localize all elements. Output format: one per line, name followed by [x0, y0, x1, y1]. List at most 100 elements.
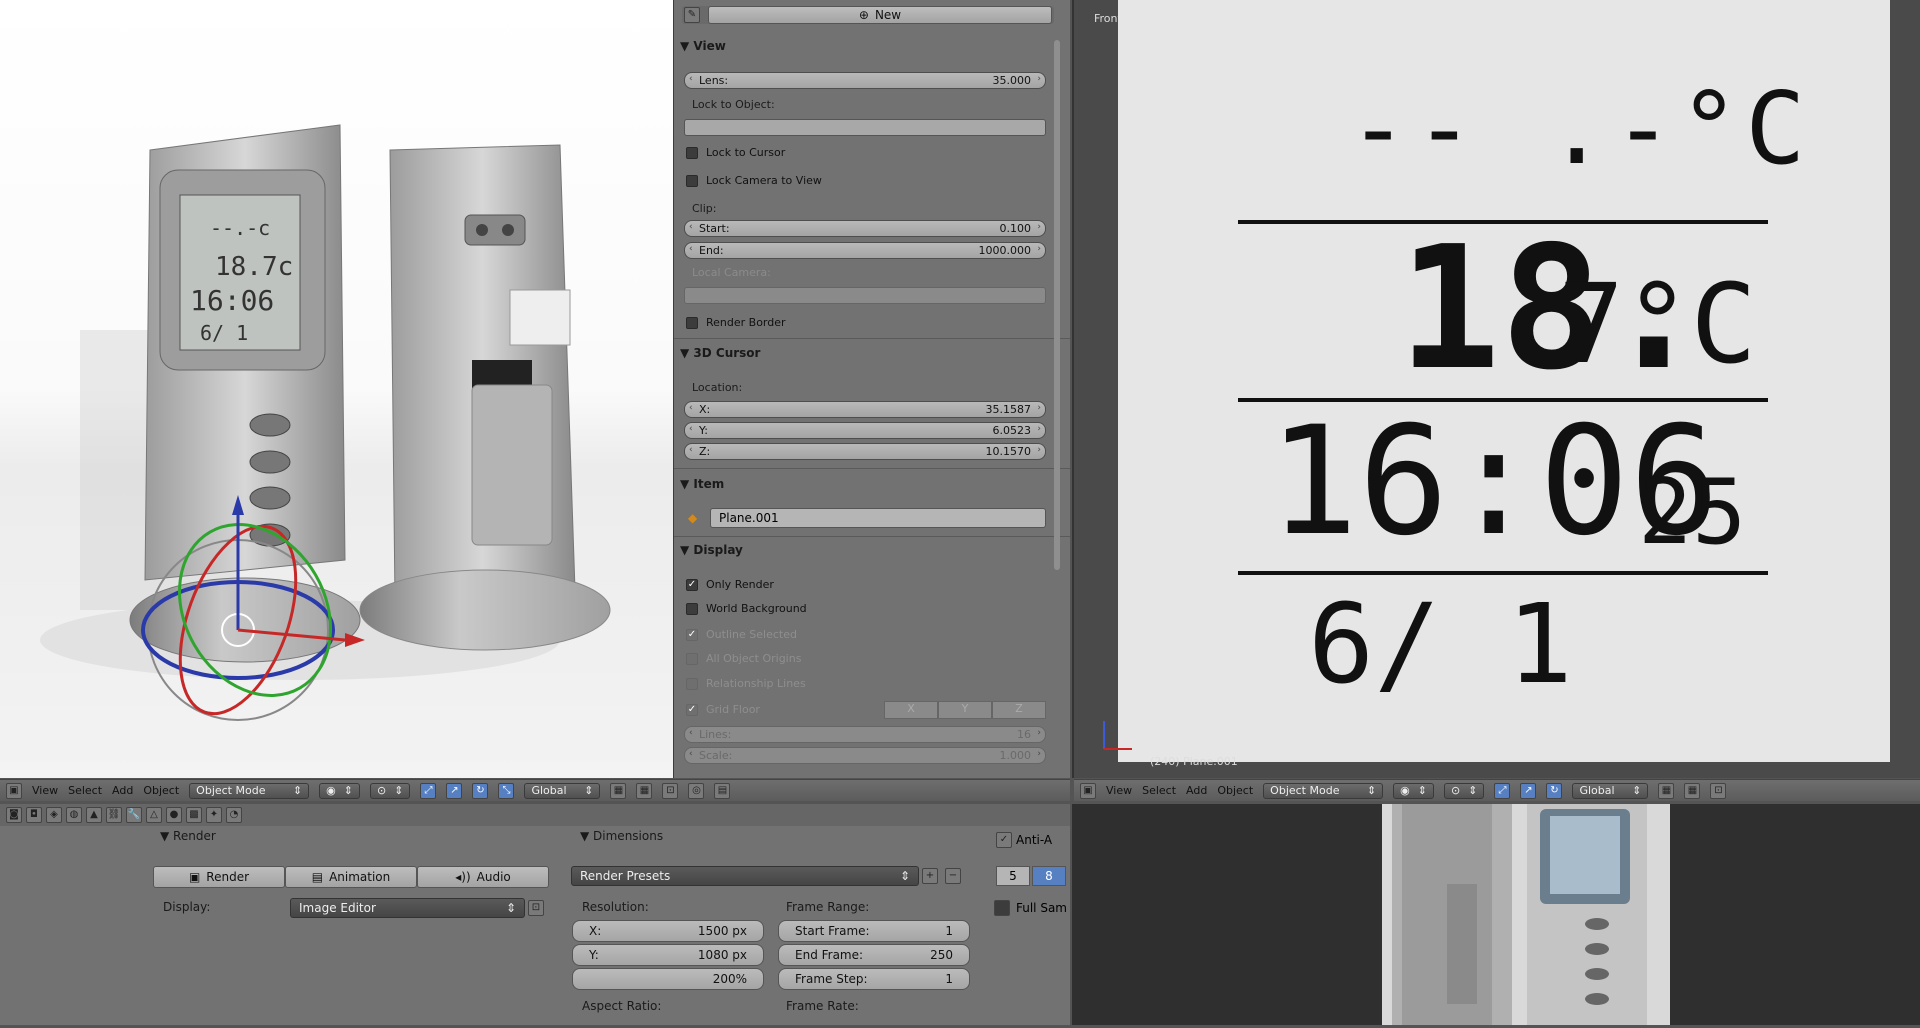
cursor-x-field[interactable]: ‹ X: 35.1587 ›: [684, 401, 1046, 418]
layers-icon[interactable]: ▦: [636, 782, 653, 799]
render-button[interactable]: ▣ Render: [153, 866, 285, 888]
only-render-checkbox[interactable]: ✓ Only Render: [686, 578, 774, 591]
grid-x-toggle[interactable]: X: [884, 701, 938, 719]
render-icon[interactable]: ▤: [714, 782, 731, 799]
lock-icon[interactable]: ⊡: [662, 782, 679, 799]
anti-aliasing-header[interactable]: ✓ Anti-A: [996, 832, 1052, 848]
fullscreen-icon[interactable]: ⊡: [528, 900, 544, 916]
layers-icon[interactable]: ▦: [1658, 782, 1675, 799]
constraint-icon[interactable]: ⛓: [106, 807, 122, 823]
aa-samples-8[interactable]: 8: [1032, 866, 1066, 886]
local-camera-field[interactable]: [684, 287, 1046, 304]
orientation-select[interactable]: Global ⇕: [1572, 782, 1649, 799]
display-select[interactable]: Image Editor ⇕: [290, 898, 525, 918]
rotate-icon[interactable]: ↻: [1546, 782, 1563, 799]
camera-icon[interactable]: ◙: [6, 807, 22, 823]
relationship-lines-checkbox[interactable]: Relationship Lines: [686, 677, 806, 690]
menu-select[interactable]: Select: [1142, 784, 1176, 797]
start-frame-field[interactable]: Start Frame: 1: [778, 920, 970, 942]
translate-icon[interactable]: ↗: [446, 782, 463, 799]
mode-select[interactable]: Object Mode ⇕: [1263, 782, 1384, 799]
menu-add[interactable]: Add: [112, 784, 133, 797]
mode-select[interactable]: Object Mode ⇕: [189, 782, 310, 799]
shading-select[interactable]: ◉ ⇕: [1393, 782, 1434, 799]
shading-select[interactable]: ◉ ⇕: [319, 782, 360, 799]
new-button[interactable]: ⊕ New: [708, 6, 1052, 24]
render-tab-icon[interactable]: ◘: [26, 807, 42, 823]
menu-object[interactable]: Object: [1217, 784, 1253, 797]
menu-object[interactable]: Object: [143, 784, 179, 797]
physics-icon[interactable]: ◔: [226, 807, 242, 823]
render-border-checkbox[interactable]: Render Border: [686, 316, 786, 329]
pivot-select[interactable]: ⊙ ⇕: [370, 782, 411, 799]
grid-floor-checkbox[interactable]: ✓ Grid Floor: [686, 703, 760, 716]
orientation-select[interactable]: Global ⇕: [524, 782, 601, 799]
texture-icon[interactable]: ▩: [186, 807, 202, 823]
lcd-seconds: 25: [1638, 460, 1747, 565]
modifier-icon[interactable]: 🔧: [126, 807, 142, 823]
manipulator-icon[interactable]: ⤢: [420, 782, 437, 799]
properties-scrollbar[interactable]: [1054, 40, 1060, 570]
menu-view[interactable]: View: [32, 784, 58, 797]
full-sample-checkbox[interactable]: Full Sam: [994, 900, 1067, 916]
world-icon[interactable]: ◍: [66, 807, 82, 823]
cursor-z-field[interactable]: ‹ Z: 10.1570 ›: [684, 443, 1046, 460]
svg-text:16:06: 16:06: [190, 284, 274, 317]
scene-icon[interactable]: ◈: [46, 807, 62, 823]
animation-button[interactable]: ▤ Animation: [285, 866, 417, 888]
add-preset-icon[interactable]: +: [922, 868, 938, 884]
data-icon[interactable]: △: [146, 807, 162, 823]
cursor-section-header[interactable]: ▼ 3D Cursor: [680, 346, 760, 360]
menu-view[interactable]: View: [1106, 784, 1132, 797]
menu-select[interactable]: Select: [68, 784, 102, 797]
rotate-icon[interactable]: ↻: [472, 782, 489, 799]
lock-icon[interactable]: ⊡: [1710, 782, 1727, 799]
render-presets-select[interactable]: Render Presets ⇕: [571, 866, 919, 886]
grid-y-toggle[interactable]: Y: [938, 701, 992, 719]
object-tab-icon[interactable]: ▲: [86, 807, 102, 823]
snap-icon[interactable]: ◎: [688, 782, 705, 799]
resolution-y-field[interactable]: Y: 1080 px: [572, 944, 764, 966]
translate-icon[interactable]: ↗: [1520, 782, 1537, 799]
remove-preset-icon[interactable]: −: [945, 868, 961, 884]
world-background-checkbox[interactable]: World Background: [686, 602, 807, 615]
lock-to-object-field[interactable]: [684, 119, 1046, 136]
aa-samples-5[interactable]: 5: [996, 866, 1030, 886]
grid-z-toggle[interactable]: Z: [992, 701, 1046, 719]
cursor-y-field[interactable]: ‹ Y: 6.0523 ›: [684, 422, 1046, 439]
layers-icon[interactable]: ▦: [610, 782, 627, 799]
all-object-origins-checkbox[interactable]: All Object Origins: [686, 652, 801, 665]
lock-to-cursor-checkbox[interactable]: Lock to Cursor: [686, 146, 785, 159]
lock-camera-to-view-checkbox[interactable]: Lock Camera to View: [686, 174, 822, 187]
display-section-header[interactable]: ▼ Display: [680, 543, 743, 557]
resolution-percent-field[interactable]: 200%: [572, 968, 764, 990]
pivot-select[interactable]: ⊙ ⇕: [1444, 782, 1485, 799]
frame-step-field[interactable]: Frame Step: 1: [778, 968, 970, 990]
manipulator-icon[interactable]: ⤢: [1494, 782, 1511, 799]
viewport-3d-left[interactable]: --.-c 18.7c 16:06 6/ 1: [0, 0, 673, 778]
lens-field[interactable]: ‹ Lens: 35.000 ›: [684, 72, 1046, 89]
grease-pencil-icon[interactable]: ✎: [684, 7, 700, 23]
audio-button[interactable]: ◂)) Audio: [417, 866, 549, 888]
grid-lines-field[interactable]: ‹ Lines: 16 ›: [684, 726, 1046, 743]
location-label: Location:: [692, 381, 743, 394]
grid-scale-field[interactable]: ‹ Scale: 1.000 ›: [684, 747, 1046, 764]
dimensions-section-header[interactable]: ▼ Dimensions: [580, 829, 663, 843]
properties-panel: ✎ ⊕ New ▼ View ‹ Lens: 35.000 › Lock to Obje…: [673, 0, 1070, 778]
scale-icon[interactable]: ⤡: [498, 782, 515, 799]
editor-type-icon[interactable]: ▣: [6, 782, 22, 799]
particles-icon[interactable]: ✦: [206, 807, 222, 823]
end-frame-field[interactable]: End Frame: 250: [778, 944, 970, 966]
item-name-field[interactable]: Plane.001: [710, 508, 1046, 528]
render-section-header[interactable]: ▼ Render: [160, 829, 216, 843]
view-section-header[interactable]: ▼ View: [680, 39, 726, 53]
item-section-header[interactable]: ▼ Item: [680, 477, 724, 491]
material-icon[interactable]: ●: [166, 807, 182, 823]
menu-add[interactable]: Add: [1186, 784, 1207, 797]
editor-type-icon[interactable]: ▣: [1080, 782, 1096, 799]
clip-end-field[interactable]: ‹ End: 1000.000 ›: [684, 242, 1046, 259]
layers-icon[interactable]: ▦: [1684, 782, 1701, 799]
clip-start-field[interactable]: ‹ Start: 0.100 ›: [684, 220, 1046, 237]
outline-selected-checkbox[interactable]: ✓ Outline Selected: [686, 628, 797, 641]
resolution-x-field[interactable]: X: 1500 px: [572, 920, 764, 942]
